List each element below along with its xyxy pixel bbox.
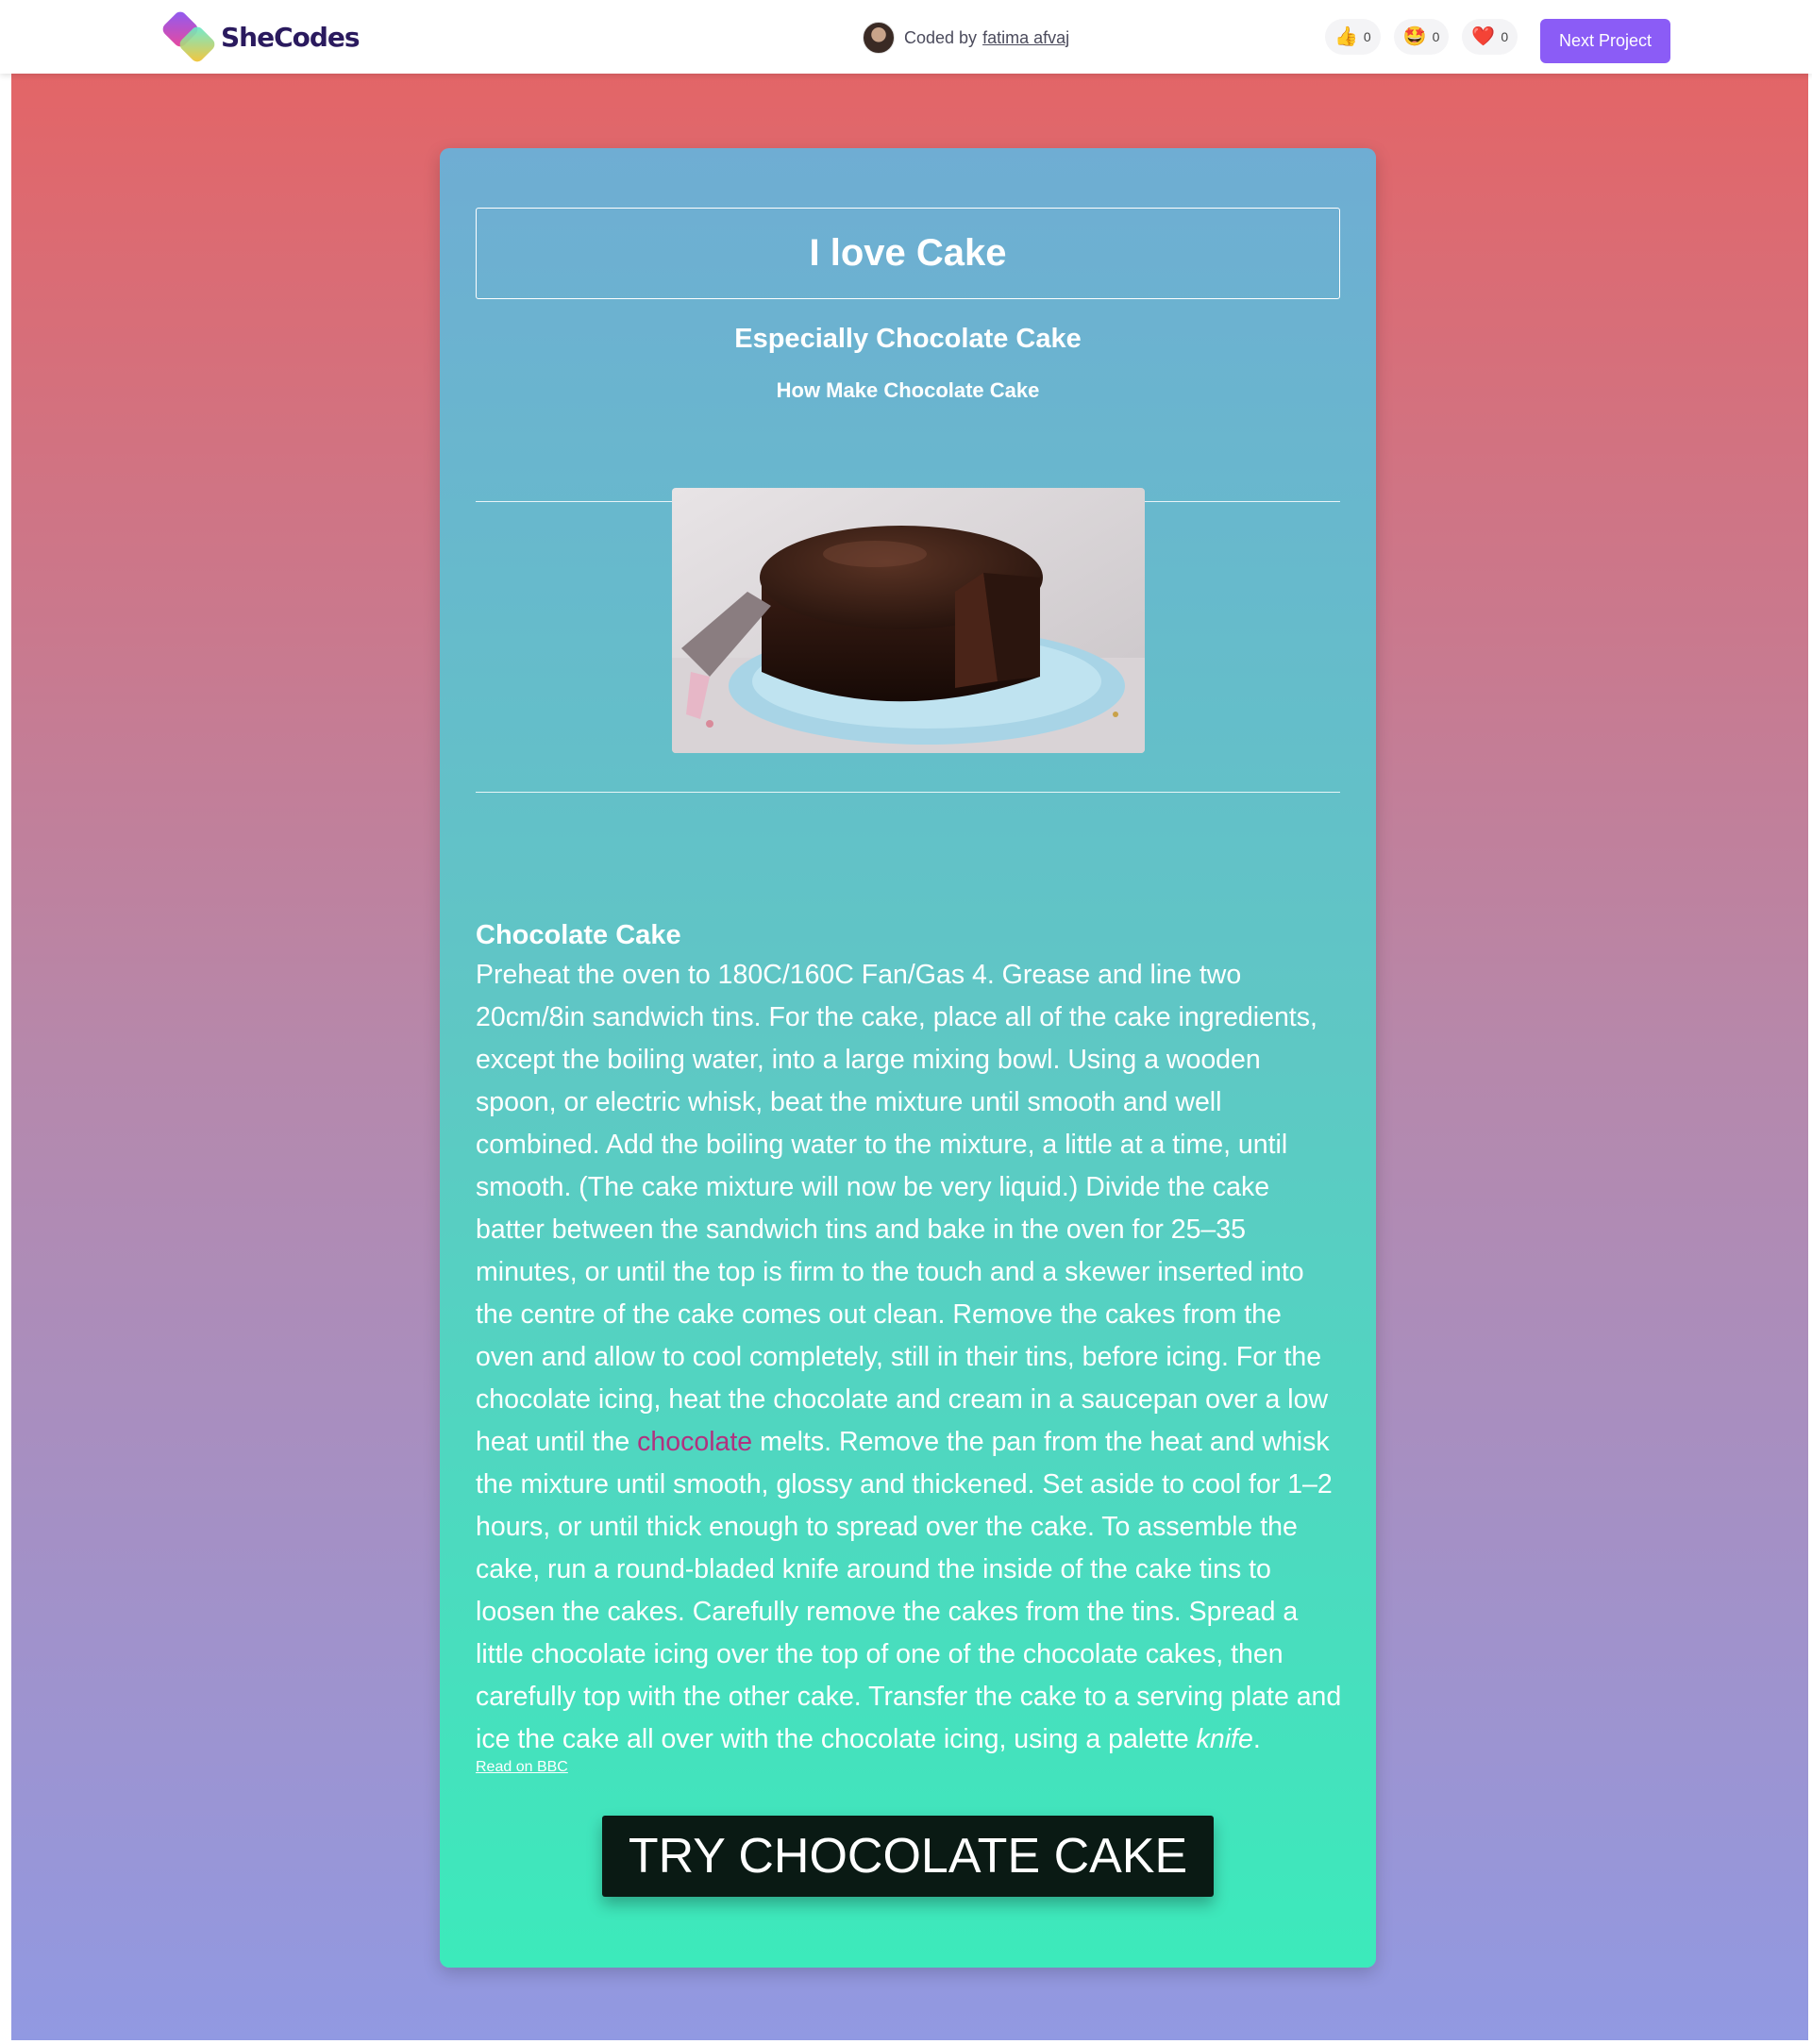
coded-by-label: Coded by	[904, 27, 978, 47]
page-title: I love Cake	[809, 232, 1007, 274]
recipe-section: Chocolate Cake Preheat the oven to 180C/…	[476, 916, 1344, 1761]
project-preview: I love Cake Especially Chocolate Cake Ho…	[9, 74, 1810, 2042]
chocolate-cake-image	[672, 488, 1145, 753]
recipe-text: Preheat the oven to 180C/160C Fan/Gas 4.…	[476, 954, 1344, 1761]
recipe-card: I love Cake Especially Chocolate Cake Ho…	[440, 148, 1376, 1968]
highlighted-word: chocolate	[637, 1427, 753, 1457]
subtitle: Especially Chocolate Cake	[734, 324, 1082, 354]
top-bar: SheCodes Coded by fatima afvaj 👍 0 🤩 0 ❤…	[0, 0, 1812, 74]
try-chocolate-cake-button[interactable]: TRY CHOCOLATE CAKE	[602, 1816, 1214, 1897]
reaction-count: 0	[1432, 29, 1440, 44]
reaction-count: 0	[1363, 29, 1371, 44]
divider	[476, 792, 1340, 793]
recipe-heading: Chocolate Cake	[476, 920, 681, 950]
author-link[interactable]: fatima afvaj	[982, 28, 1069, 48]
sub-subtitle: How Make Chocolate Cake	[776, 378, 1040, 402]
recipe-text-part: Preheat the oven to 180C/160C Fan/Gas 4.…	[476, 960, 1329, 1457]
reaction-thumbs-up[interactable]: 👍 0	[1325, 19, 1381, 55]
star-struck-icon: 🤩	[1402, 26, 1427, 47]
next-project-button[interactable]: Next Project	[1540, 19, 1670, 63]
reaction-heart[interactable]: ❤️ 0	[1462, 19, 1518, 55]
coded-by: Coded by fatima afvaj	[863, 21, 1069, 55]
thumbs-up-icon: 👍	[1334, 26, 1358, 47]
reaction-star-struck[interactable]: 🤩 0	[1393, 19, 1450, 55]
shecodes-logo[interactable]: SheCodes	[159, 8, 361, 65]
reactions: 👍 0 🤩 0 ❤️ 0	[1325, 19, 1518, 55]
read-on-bbc-link[interactable]: Read on BBC	[476, 1759, 568, 1776]
shecodes-logo-icon	[159, 8, 218, 65]
heart-icon: ❤️	[1471, 26, 1496, 47]
avatar	[863, 22, 895, 54]
brand-name: SheCodes	[221, 21, 361, 53]
recipe-text-part: .	[1252, 1724, 1261, 1754]
title-box: I love Cake	[476, 208, 1340, 299]
italic-word: knife	[1196, 1724, 1253, 1754]
recipe-text-part: melts. Remove the pan from the heat and …	[476, 1427, 1342, 1754]
reaction-count: 0	[1501, 29, 1509, 44]
